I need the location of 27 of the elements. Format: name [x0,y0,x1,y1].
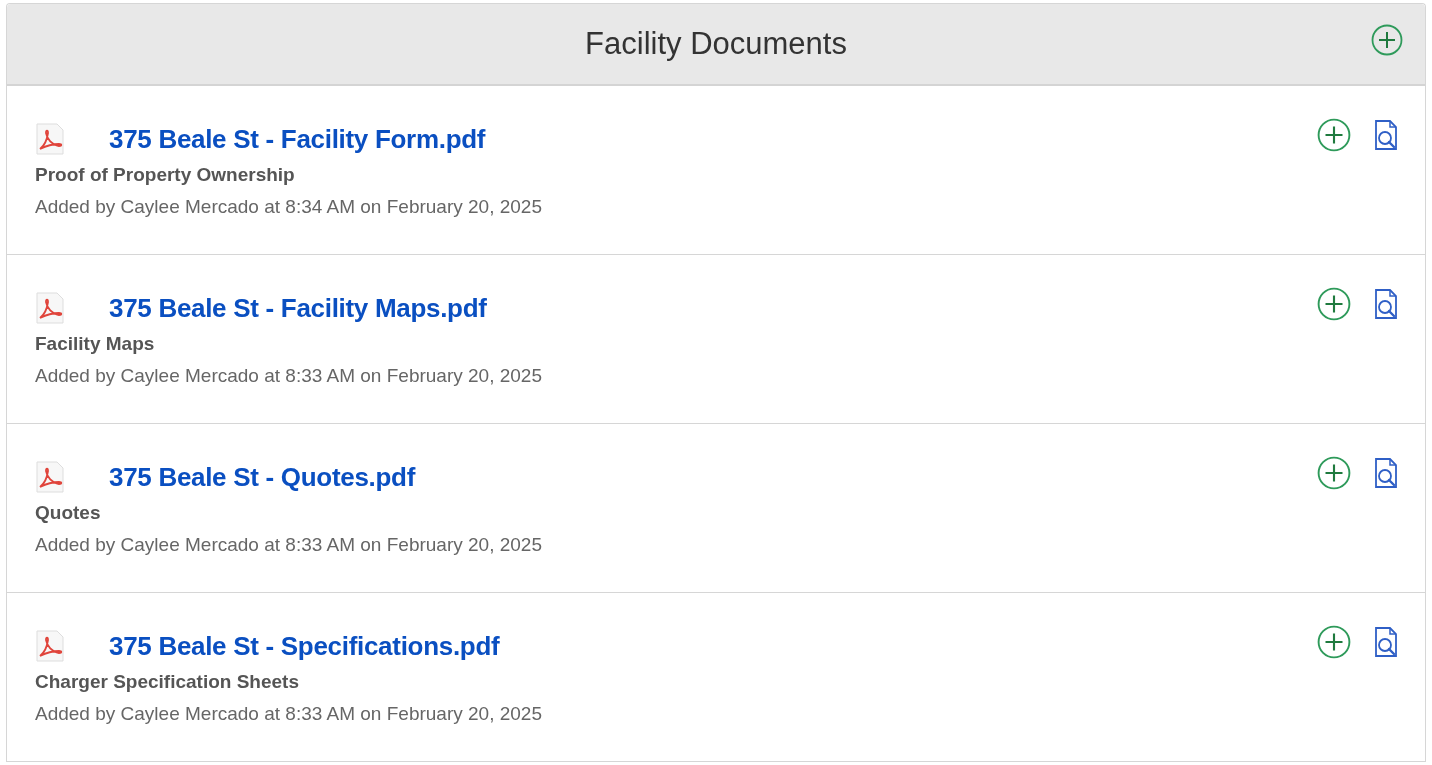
add-button[interactable] [1317,287,1351,321]
add-icon [1371,24,1403,56]
add-icon [1317,625,1351,659]
add-button[interactable] [1317,456,1351,490]
document-link[interactable]: 375 Beale St - Facility Maps.pdf [109,292,487,324]
add-button[interactable] [1317,118,1351,152]
added-info: Added by Caylee Mercado at 8:34 AM on February 20, 2025 [35,196,543,218]
document-link[interactable]: 375 Beale St - Quotes.pdf [109,461,416,493]
document-link[interactable]: 375 Beale St - Specifications.pdf [109,630,500,662]
pdf-file-icon [35,292,65,324]
add-icon [1317,287,1351,321]
panel-title: Facility Documents [585,26,847,62]
document-category: Facility Maps [35,333,156,355]
document-category: Quotes [35,502,102,524]
document-link[interactable]: 375 Beale St - Facility Form.pdf [109,123,486,155]
document-category: Charger Specification Sheets [35,671,300,693]
document-category: Proof of Property Ownership [35,164,296,186]
added-info: Added by Caylee Mercado at 8:33 AM on February 20, 2025 [35,534,543,556]
pdf-file-icon [35,630,65,662]
added-info: Added by Caylee Mercado at 8:33 AM on February 20, 2025 [35,703,543,725]
add-icon [1317,118,1351,152]
add-document-button[interactable] [1371,24,1403,56]
pdf-file-icon [35,461,65,493]
add-button[interactable] [1317,625,1351,659]
added-info: Added by Caylee Mercado at 8:33 AM on February 20, 2025 [35,365,543,387]
pdf-file-icon [35,123,65,155]
add-icon [1317,456,1351,490]
